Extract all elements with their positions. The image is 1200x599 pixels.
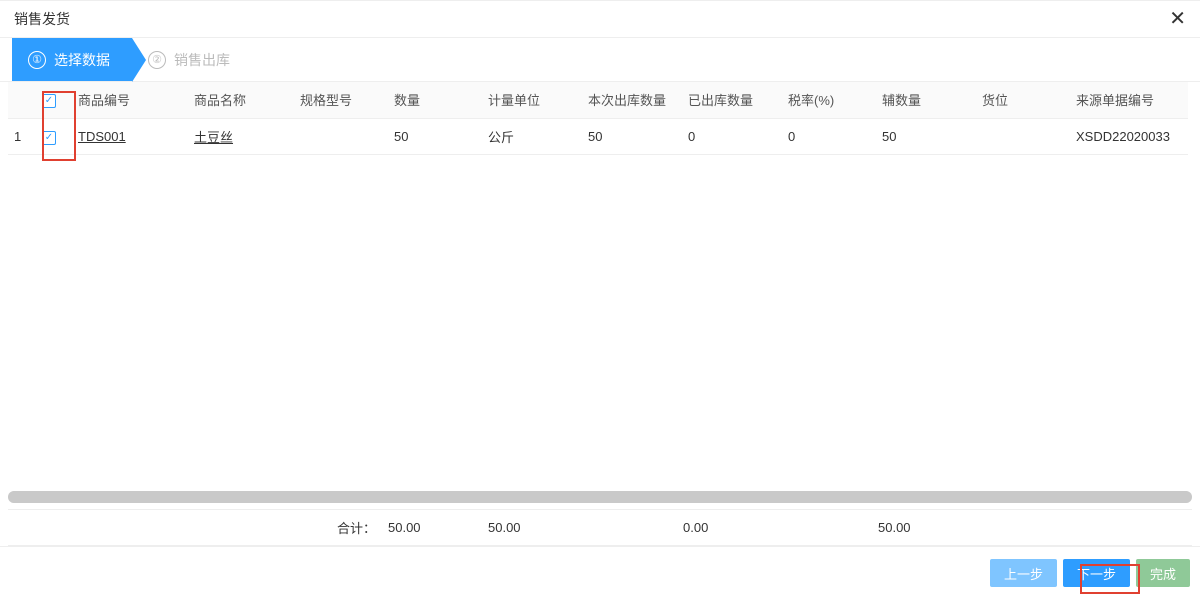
close-icon[interactable]: ✕ (1169, 9, 1186, 29)
totals-row: 合计： 50.00 50.00 0.00 50.00 (8, 509, 1192, 546)
cell-bin (976, 118, 1070, 154)
cell-uom: 公斤 (482, 118, 582, 154)
next-button[interactable]: 下一步 (1063, 559, 1130, 587)
step-select-data[interactable]: ① 选择数据 (12, 38, 132, 81)
modal-body: ✓ 商品编号 商品名称 规格型号 数量 计量单位 本次出库数量 已出库数量 税率… (0, 82, 1200, 546)
totals-already-out: 0.00 (683, 520, 878, 535)
cell-tax-rate: 0 (782, 118, 876, 154)
col-aux-qty[interactable]: 辅数量 (876, 82, 976, 118)
col-product-name[interactable]: 商品名称 (188, 82, 294, 118)
totals-qty: 50.00 (388, 520, 488, 535)
col-select-all[interactable]: ✓ (36, 82, 72, 118)
cell-spec (294, 118, 388, 154)
modal-title: 销售发货 (14, 9, 70, 29)
table-row[interactable]: 1 ✓ TDS001 土豆丝 50 公斤 50 0 0 50 (8, 118, 1188, 154)
col-uom[interactable]: 计量单位 (482, 82, 582, 118)
checkbox-row-icon[interactable]: ✓ (42, 131, 56, 145)
totals-out-qty: 50.00 (488, 520, 683, 535)
totals-aux-qty: 50.00 (878, 520, 978, 535)
cell-already-out: 0 (682, 118, 782, 154)
cell-product-code[interactable]: TDS001 (72, 118, 188, 154)
header-row: ✓ 商品编号 商品名称 规格型号 数量 计量单位 本次出库数量 已出库数量 税率… (8, 82, 1188, 118)
step-label: 选择数据 (54, 50, 110, 70)
totals-label: 合计： (8, 518, 388, 537)
cell-row-no: 1 (8, 118, 36, 154)
cell-select[interactable]: ✓ (36, 118, 72, 154)
cell-source-bill: XSDD22020033 (1070, 118, 1188, 154)
footer: 上一步 下一步 完成 (0, 546, 1200, 599)
col-spec[interactable]: 规格型号 (294, 82, 388, 118)
col-tax-rate[interactable]: 税率(%) (782, 82, 876, 118)
wizard-steps: ① 选择数据 ② 销售出库 (0, 38, 1200, 82)
cell-product-name[interactable]: 土豆丝 (188, 118, 294, 154)
cell-out-qty[interactable]: 50 (582, 118, 682, 154)
col-product-code[interactable]: 商品编号 (72, 82, 188, 118)
col-qty[interactable]: 数量 (388, 82, 482, 118)
data-grid-wrapper: ✓ 商品编号 商品名称 规格型号 数量 计量单位 本次出库数量 已出库数量 税率… (8, 82, 1192, 489)
scrollbar-thumb[interactable] (8, 491, 1192, 503)
col-outbound-qty[interactable]: 本次出库数量 (582, 82, 682, 118)
checkbox-all-icon[interactable]: ✓ (42, 94, 56, 108)
cell-aux-qty: 50 (876, 118, 976, 154)
finish-button[interactable]: 完成 (1136, 559, 1190, 587)
prev-button[interactable]: 上一步 (990, 559, 1057, 587)
col-already-out[interactable]: 已出库数量 (682, 82, 782, 118)
col-source-bill[interactable]: 来源单据编号 (1070, 82, 1188, 118)
step-number-icon: ① (28, 51, 46, 69)
step-sales-outbound[interactable]: ② 销售出库 (132, 38, 252, 81)
cell-qty: 50 (388, 118, 482, 154)
sales-shipment-modal: 销售发货 ✕ ① 选择数据 ② 销售出库 (0, 0, 1200, 599)
data-grid: ✓ 商品编号 商品名称 规格型号 数量 计量单位 本次出库数量 已出库数量 税率… (8, 82, 1188, 155)
col-row-no (8, 82, 36, 118)
col-bin[interactable]: 货位 (976, 82, 1070, 118)
horizontal-scrollbar[interactable] (8, 491, 1192, 503)
step-number-icon: ② (148, 51, 166, 69)
step-label: 销售出库 (174, 50, 230, 70)
titlebar: 销售发货 ✕ (0, 1, 1200, 38)
